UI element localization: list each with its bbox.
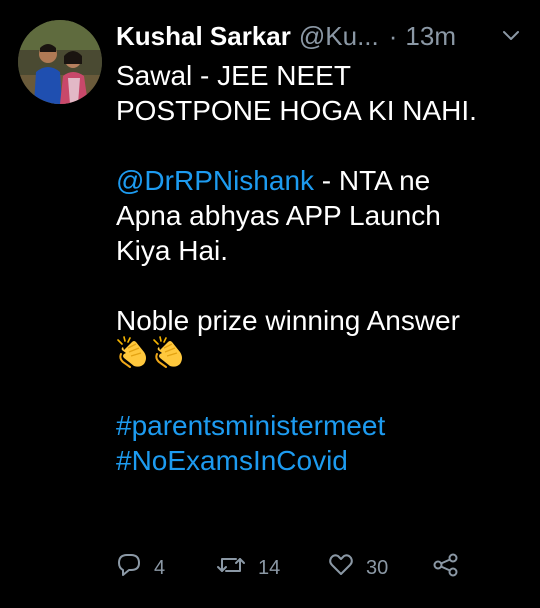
mention-link[interactable]: @DrRPNishank [116, 165, 314, 196]
tweet-line: Apna abhyas APP Launch [116, 200, 441, 231]
retweet-count: 14 [258, 556, 281, 579]
hashtag-link[interactable]: #parentsministermeet [116, 408, 520, 443]
tweet-line: POSTPONE HOGA KI NAHI. [116, 95, 477, 126]
hashtag-link[interactable]: #NoExamsInCovid [116, 443, 520, 478]
emoji-row [116, 335, 520, 376]
reply-button[interactable]: 4 [116, 553, 165, 583]
tweet-line: Sawal - JEE NEET [116, 60, 351, 91]
tweet-line: Kiya Hai. [116, 235, 229, 266]
display-name[interactable]: Kushal Sarkar [116, 21, 291, 52]
like-count: 30 [366, 556, 389, 579]
tweet[interactable]: Kushal Sarkar @Ku... · 13m Sawal - JEE N… [0, 0, 540, 608]
tweet-line-text: - NTA ne [314, 165, 431, 196]
timestamp[interactable]: 13m [405, 21, 456, 52]
like-button[interactable]: 30 [328, 553, 388, 583]
retweet-icon [216, 553, 246, 583]
avatar[interactable] [18, 20, 102, 104]
username-handle[interactable]: @Ku... [299, 21, 379, 52]
clapping-hands-icon [116, 335, 150, 376]
reply-icon [116, 553, 142, 583]
tweet-line: Noble prize winning Answer [116, 305, 460, 336]
chevron-down-icon[interactable] [500, 25, 522, 47]
line-break [116, 373, 520, 408]
reply-count: 4 [154, 556, 166, 579]
line-break [116, 268, 520, 303]
separator-dot: · [388, 20, 398, 51]
heart-icon [328, 553, 354, 583]
tweet-text: Sawal - JEE NEET POSTPONE HOGA KI NAHI. … [116, 58, 520, 478]
retweet-button[interactable]: 14 [216, 553, 280, 583]
tweet-line: @DrRPNishank - NTA ne [116, 163, 520, 198]
tweet-actions: 4 14 30 [116, 552, 476, 584]
share-icon [432, 553, 460, 583]
clapping-hands-icon [152, 335, 186, 376]
tweet-header: Kushal Sarkar @Ku... · 13m [116, 18, 522, 54]
share-button[interactable] [432, 553, 460, 583]
line-break [116, 128, 520, 163]
